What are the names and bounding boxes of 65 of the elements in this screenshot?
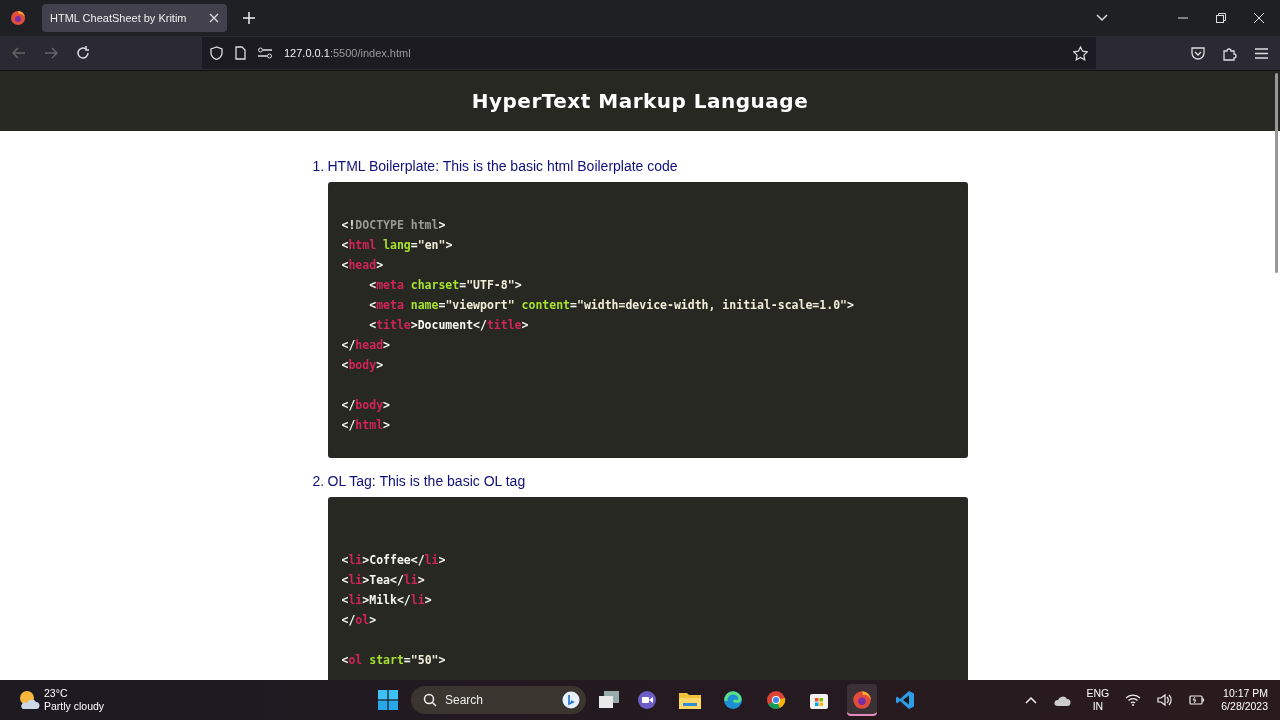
- speaker-icon[interactable]: [1157, 693, 1174, 707]
- url-text: 127.0.0.1:5500/index.html: [284, 47, 411, 59]
- code-line: <body>: [341, 357, 385, 374]
- code-line: <li>Tea</li>: [341, 572, 426, 589]
- code-line: </html>: [341, 417, 391, 434]
- code-line: <li>Coffee</li>: [341, 552, 447, 569]
- section-heading: HTML Boilerplate: This is the basic html Boilerplate code: [327, 158, 678, 174]
- code-line: </body>: [341, 397, 391, 414]
- search-field[interactable]: Search: [411, 686, 586, 714]
- code-line: <html lang="en">: [341, 237, 454, 254]
- code-line: <!DOCTYPE html>: [341, 217, 447, 234]
- firefox-logo-icon: [852, 690, 872, 710]
- back-arrow-icon[interactable]: [12, 47, 26, 59]
- search-icon: [423, 693, 437, 707]
- folder-icon: [679, 691, 701, 709]
- restore-icon[interactable]: [1216, 13, 1226, 23]
- chevron-up-icon[interactable]: [1024, 696, 1037, 704]
- menu-icon[interactable]: [1255, 47, 1268, 59]
- video-camera-icon: [637, 690, 657, 710]
- language-code: ENG: [1086, 687, 1110, 700]
- code-line: <head>: [341, 257, 385, 274]
- address-bar[interactable]: 127.0.0.1:5500/index.html: [202, 37, 1096, 69]
- code-editor-icon: [895, 690, 915, 710]
- edge-browser-icon: [723, 690, 743, 710]
- bing-icon[interactable]: [562, 691, 580, 709]
- scrollbar-thumb[interactable]: [1275, 73, 1278, 273]
- code-line: </ol>: [341, 612, 378, 629]
- tab-title: HTML CheatSheet by Kritim: [50, 12, 187, 24]
- pocket-icon[interactable]: [1191, 46, 1205, 60]
- wifi-icon[interactable]: [1125, 694, 1142, 706]
- clock[interactable]: 10:17 PM 6/28/2023: [1221, 687, 1268, 713]
- sliders-icon[interactable]: [258, 47, 272, 59]
- browser-tab[interactable]: HTML CheatSheet by Kritim: [42, 4, 227, 32]
- time: 10:17 PM: [1223, 687, 1268, 700]
- page-icon: [235, 46, 246, 60]
- star-icon[interactable]: [1073, 45, 1088, 61]
- code-line: </head>: [341, 337, 391, 354]
- code-line: <meta charset="UTF-8">: [368, 277, 523, 294]
- firefox-logo-icon[interactable]: [10, 10, 26, 26]
- reload-icon[interactable]: [76, 46, 90, 60]
- chrome-browser-icon: [766, 690, 786, 710]
- list-number: 2.: [312, 473, 324, 489]
- code-line: <li>Milk</li>: [341, 592, 433, 609]
- list-number: 1.: [312, 158, 324, 174]
- language-indicator[interactable]: ENG IN: [1086, 687, 1110, 713]
- region-code: IN: [1092, 700, 1104, 713]
- code-line: <title>Document</title>: [368, 317, 530, 334]
- weather-condition: Partly cloudy: [44, 700, 105, 713]
- code-line: <ol start="50">: [341, 652, 447, 669]
- shield-icon[interactable]: [210, 46, 223, 60]
- start-icon[interactable]: [378, 690, 398, 710]
- temperature: 23°C: [44, 687, 69, 700]
- partly-cloudy-icon[interactable]: [18, 690, 40, 710]
- battery-icon[interactable]: [1189, 694, 1206, 706]
- puzzle-icon[interactable]: [1223, 45, 1237, 61]
- close-icon[interactable]: [209, 13, 219, 23]
- forward-arrow-icon[interactable]: [44, 47, 58, 59]
- code-line: <meta name="viewport" content="width=device-width, initial-scale=1.0">: [368, 297, 855, 314]
- new-tab-icon[interactable]: [243, 12, 255, 24]
- chevron-down-icon[interactable]: [1096, 14, 1108, 22]
- page-title: HyperText Markup Language: [471, 89, 809, 113]
- close-icon[interactable]: [1254, 13, 1264, 23]
- task-view-icon[interactable]: [599, 691, 619, 709]
- date: 6/28/2023: [1221, 700, 1268, 713]
- section-heading: OL Tag: This is the basic OL tag: [327, 473, 526, 489]
